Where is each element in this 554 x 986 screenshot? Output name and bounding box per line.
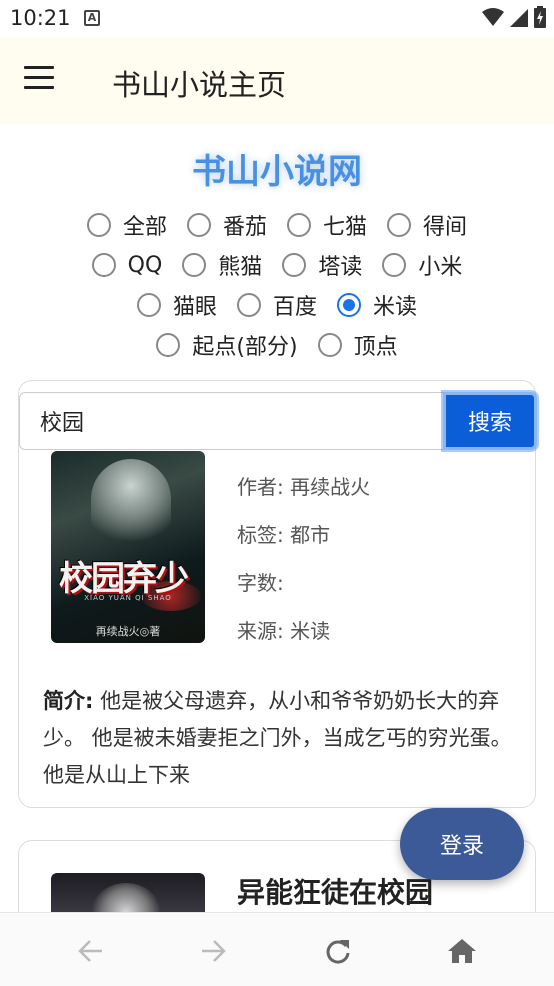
source-radio-label: 得间 [423,215,468,240]
radio-unchecked-icon [287,213,311,237]
source-radio[interactable]: 小米 [382,249,462,281]
source-radio-label: 熊猫 [218,255,263,280]
source-radio-row: 全部 番茄 七猫 得间 [0,205,554,245]
source-radio[interactable]: 全部 [86,209,167,241]
status-bar: 10:21 A [0,0,554,38]
book-tag: 标签: 都市 [237,523,331,547]
source-radio-row: 猫眼 百度 米读 [0,285,554,325]
app-header: 书山小说主页 [0,38,554,124]
radio-unchecked-icon [91,253,116,277]
source-radio-label: 番茄 [222,215,267,240]
page-title: 书山小说主页 [112,68,287,102]
source-radio-label: 顶点 [353,335,398,360]
cover-author: 再续战火◎著 [95,625,161,638]
source-radio[interactable]: 米读 [337,289,417,321]
signal-icon [510,9,528,27]
source-radio[interactable]: 熊猫 [182,249,262,281]
search-input[interactable] [19,392,445,450]
source-radio-label: 七猫 [323,215,368,240]
search-bar: 搜索 [19,392,537,450]
source-radio[interactable]: 起点(部分) [156,329,298,361]
book-title: 异能狂徒在校园 [237,876,434,909]
source-radio[interactable]: 得间 [387,209,467,241]
source-radio-label: 百度 [272,295,317,320]
status-icons [482,6,546,28]
book-author: 作者: 再续战火 [237,475,371,499]
cover-subtitle: XIAO YUAN QI SHAO [84,594,172,602]
radio-unchecked-icon [86,213,111,237]
source-radio-label: 全部 [122,215,167,240]
home-button[interactable] [442,933,482,969]
source-radio-row: 起点(部分) 顶点 [0,325,554,365]
browser-bottom-nav [0,912,554,986]
search-button[interactable]: 搜索 [443,392,537,450]
source-radio-label: 塔读 [318,255,363,280]
source-radio[interactable]: 番茄 [186,209,267,241]
radio-unchecked-icon [186,213,211,237]
source-radio-label: 猫眼 [172,295,217,320]
source-radio-label: 起点(部分) [192,335,298,360]
source-radio-label: 米读 [373,295,418,320]
intro-label: 简介: [43,689,94,713]
source-radio-row: QQ 熊猫 塔读 小米 [0,245,554,285]
source-radio-group: 全部 番茄 七猫 得间 QQ 熊猫 塔读 小米猫眼 百度 米读起点(部分) 顶点 [0,205,554,365]
login-button[interactable]: 登录 [400,808,524,880]
radio-unchecked-icon [236,293,261,317]
site-title: 书山小说网 [192,152,362,192]
arrow-left-icon [78,940,102,962]
radio-unchecked-icon [282,253,307,277]
forward-button[interactable] [194,933,234,969]
book-source: 来源: 米读 [237,619,331,643]
radio-checked-icon [337,293,361,317]
arrow-right-icon [202,940,226,962]
menu-icon[interactable] [24,66,60,94]
wifi-icon [482,8,504,26]
radio-unchecked-icon [387,213,412,237]
battery-icon [534,6,546,28]
book-cover[interactable]: 校园弃少 XIAO YUAN QI SHAO 再续战火◎著 [51,451,205,643]
source-radio[interactable]: 塔读 [282,249,362,281]
back-button[interactable] [70,933,110,969]
radio-unchecked-icon [317,333,342,357]
source-radio-label: QQ [127,252,163,278]
refresh-icon [326,940,350,964]
source-radio-label: 小米 [418,255,463,280]
radio-unchecked-icon [156,333,181,357]
book-intro: 简介: 他是被父母遗弃，从小和爷爷奶奶长大的弃少。 他是被未婚妻拒之门外，当成乞… [43,683,519,794]
source-radio[interactable]: 七猫 [287,209,367,241]
reload-button[interactable] [318,933,358,969]
intro-text: 他是被父母遗弃，从小和爷爷奶奶长大的弃少。 他是被未婚妻拒之门外，当成乞丐的穷光… [43,689,512,787]
notification-icon: A [84,10,100,26]
radio-unchecked-icon [382,253,407,277]
radio-unchecked-icon [136,293,161,317]
source-radio[interactable]: 猫眼 [136,289,217,321]
source-radio[interactable]: 顶点 [317,329,398,361]
home-icon [448,939,476,963]
status-time: 10:21 [10,6,71,30]
book-card[interactable]: 搜索 校园弃少 XIAO YUAN QI SHAO 再续战火◎著 作者: 再续战… [18,380,537,808]
book-word-count: 字数: [237,571,284,595]
cover-title: 校园弃少 [59,559,189,599]
source-radio[interactable]: 百度 [236,289,317,321]
radio-unchecked-icon [182,253,207,277]
source-radio[interactable]: QQ [91,252,163,278]
